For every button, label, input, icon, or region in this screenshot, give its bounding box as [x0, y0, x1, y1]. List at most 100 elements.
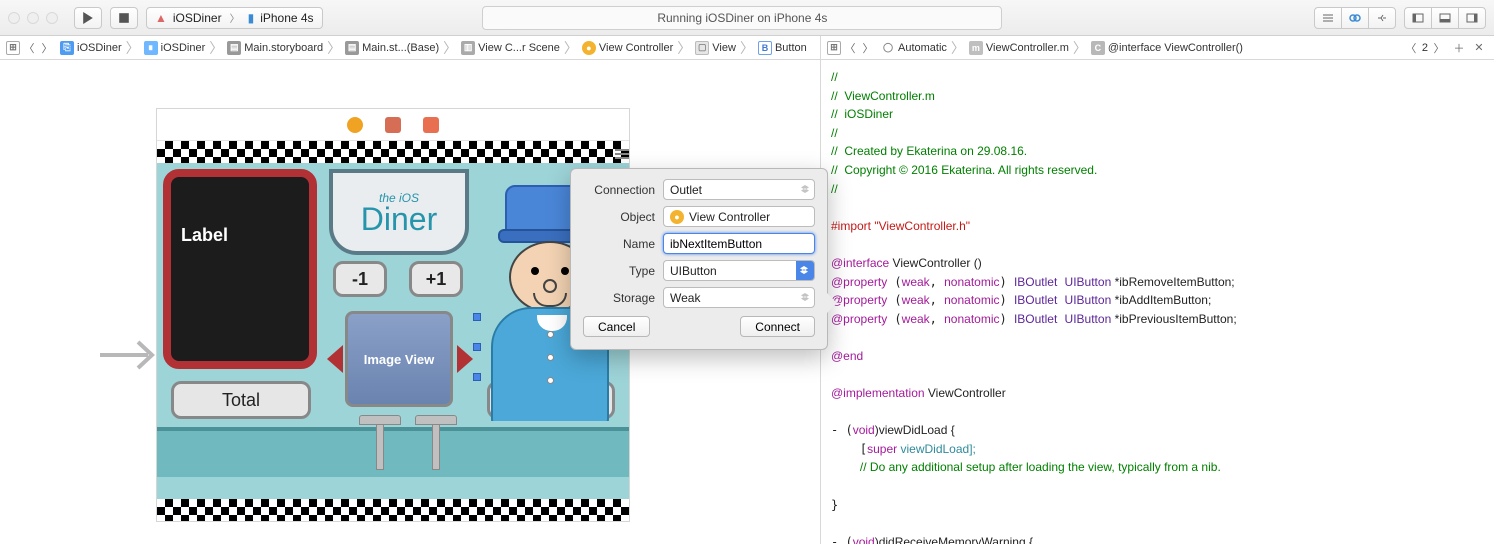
plus-button[interactable]: +1: [409, 261, 463, 297]
editor-body: Label the iOS Diner -1 +1 Image View Tot…: [0, 60, 1494, 544]
related-items-icon[interactable]: ⊞: [827, 41, 841, 55]
code-line: UIButton: [1065, 275, 1112, 289]
scheme-selector[interactable]: ▲ iOSDiner 〉 ▮ iPhone 4s: [146, 7, 323, 29]
checker-top: [157, 141, 629, 163]
forward-button[interactable]: 〉: [859, 39, 877, 57]
stool-icon: [415, 415, 457, 425]
item-imageview[interactable]: Image View: [345, 311, 453, 407]
jump-bar-left[interactable]: ⊞ 〈 〉 ⎘iOSDiner〉 ∎iOSDiner〉 ▤Main.storyb…: [0, 36, 821, 59]
crumb-storyboard[interactable]: Main.storyboard: [244, 42, 323, 54]
close-window-icon[interactable]: [8, 12, 20, 24]
run-button[interactable]: [74, 7, 102, 29]
chalkboard-label[interactable]: Label: [163, 169, 317, 369]
impl-file-icon: m: [969, 41, 983, 55]
first-responder-dock-icon[interactable]: [385, 117, 401, 133]
code-line: //: [831, 182, 838, 196]
related-items-icon[interactable]: ⊞: [6, 41, 20, 55]
cancel-button[interactable]: Cancel: [583, 316, 650, 337]
connect-button[interactable]: Connect: [740, 316, 815, 337]
close-assistant-button[interactable]: ✕: [1470, 39, 1488, 57]
scene-dock[interactable]: [157, 109, 629, 141]
viewcontroller-icon: ●: [670, 210, 684, 224]
forward-button[interactable]: 〉: [38, 39, 56, 57]
stop-button[interactable]: [110, 7, 138, 29]
plus-button-label: +1: [426, 269, 447, 290]
connection-popover: Connection Outlet Object ●View Controlle…: [570, 168, 828, 350]
toggle-navigator-button[interactable]: [1404, 7, 1432, 29]
back-button[interactable]: 〈: [20, 39, 38, 57]
right-toolbar-group: [1314, 7, 1486, 29]
prev-counterpart-button[interactable]: 〈: [1402, 39, 1420, 57]
version-editor-button[interactable]: [1368, 7, 1396, 29]
crumb-interface[interactable]: @interface ViewController(): [1108, 42, 1243, 54]
counter-bar: [157, 427, 629, 477]
diner-sign: the iOS Diner: [329, 169, 469, 255]
code-line: )viewDidLoad {: [875, 423, 955, 437]
crumb-project[interactable]: iOSDiner: [77, 42, 122, 54]
stool-icon: [359, 415, 401, 425]
canvas-scene[interactable]: Label the iOS Diner -1 +1 Image View Tot…: [156, 108, 630, 522]
code-line: @interface: [831, 256, 889, 270]
crumb-scene[interactable]: View C...r Scene: [478, 42, 560, 54]
jump-bar-right[interactable]: ⊞ 〈 〉 ◯Automatic〉 mViewController.m〉 C@i…: [821, 36, 1494, 59]
back-button[interactable]: 〈: [841, 39, 859, 57]
total-button-label: Total: [222, 390, 260, 411]
object-label: Object: [583, 210, 655, 224]
document-outline-icon[interactable]: [615, 149, 629, 161]
name-input[interactable]: [670, 237, 808, 251]
standard-editor-button[interactable]: [1314, 7, 1342, 29]
code-line: UIButton: [1065, 312, 1112, 326]
crumb-vc[interactable]: View Controller: [599, 42, 673, 54]
zoom-window-icon[interactable]: [46, 12, 58, 24]
scene-icon: ▥: [461, 41, 475, 55]
code-editor[interactable]: // // ViewController.m // iOSDiner // //…: [821, 60, 1494, 544]
viewcontroller-dock-icon[interactable]: [347, 117, 363, 133]
type-select[interactable]: UIButton: [663, 260, 815, 281]
storage-select[interactable]: Weak: [663, 287, 815, 308]
storyboard-base-icon: ▤: [345, 41, 359, 55]
code-line: // Created by Ekaterina on 29.08.16.: [831, 144, 1027, 158]
activity-status-text: Running iOSDiner on iPhone 4s: [657, 11, 827, 25]
assistant-editor-button[interactable]: [1341, 7, 1369, 29]
selection-handles[interactable]: [473, 313, 481, 381]
scheme-app-name: iOSDiner: [173, 11, 222, 25]
crumb-folder[interactable]: iOSDiner: [161, 42, 206, 54]
crumb-file[interactable]: ViewController.m: [986, 42, 1069, 54]
object-value: View Controller: [689, 210, 770, 224]
total-button[interactable]: Total: [171, 381, 311, 419]
code-line: viewDidLoad];: [897, 442, 976, 456]
next-counterpart-button[interactable]: 〉: [1430, 39, 1448, 57]
code-line: weak: [902, 312, 930, 326]
next-item-button[interactable]: [457, 345, 473, 373]
code-line: IBOutlet: [1014, 312, 1057, 326]
connection-select[interactable]: Outlet: [663, 179, 815, 200]
scheme-device-name: iPhone 4s: [260, 11, 313, 25]
code-line: weak: [902, 293, 930, 307]
toggle-debug-button[interactable]: [1431, 7, 1459, 29]
activity-status: Running iOSDiner on iPhone 4s: [482, 6, 1002, 30]
code-line: // iOSDiner: [831, 107, 893, 121]
code-line: // ViewController.m: [831, 89, 935, 103]
object-field: ● View Controller: [663, 206, 815, 227]
interface-icon: C: [1091, 41, 1105, 55]
name-label: Name: [583, 237, 655, 251]
crumb-base[interactable]: Main.st...(Base): [362, 42, 439, 54]
diner-sign-title: Diner: [361, 205, 437, 233]
exit-dock-icon[interactable]: [423, 117, 439, 133]
minimize-window-icon[interactable]: [27, 12, 39, 24]
toggle-utilities-button[interactable]: [1458, 7, 1486, 29]
code-line: @property: [831, 312, 887, 326]
crumb-automatic[interactable]: Automatic: [898, 42, 947, 54]
chalkboard-label-text: Label: [181, 225, 228, 246]
storage-value: Weak: [670, 291, 700, 305]
add-assistant-button[interactable]: ＋: [1450, 39, 1468, 57]
type-label: Type: [583, 264, 655, 278]
crumb-button[interactable]: Button: [775, 42, 807, 54]
imageview-placeholder: Image View: [364, 352, 435, 367]
minus-button[interactable]: -1: [333, 261, 387, 297]
previous-item-button[interactable]: [327, 345, 343, 373]
code-line: IBOutlet: [1014, 293, 1057, 307]
interface-builder-pane[interactable]: Label the iOS Diner -1 +1 Image View Tot…: [0, 60, 821, 544]
crumb-view[interactable]: View: [712, 42, 736, 54]
code-line: ViewController: [925, 386, 1006, 400]
